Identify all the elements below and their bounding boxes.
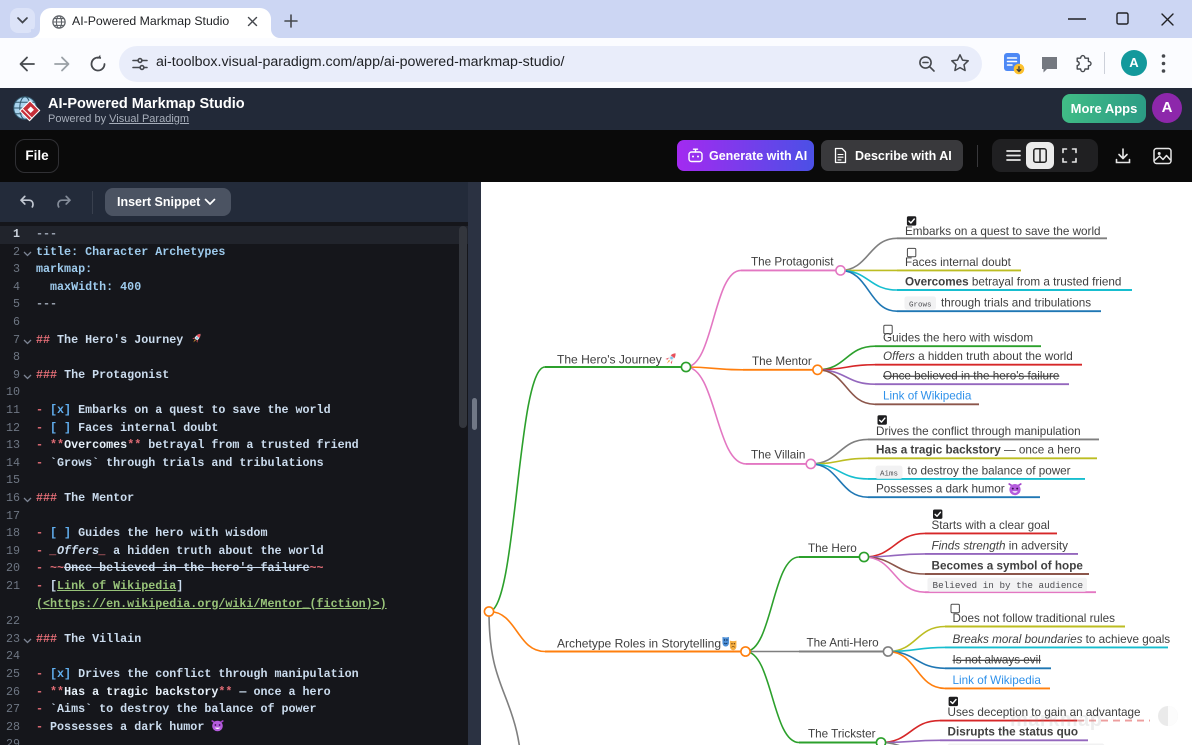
svg-text:Link of Wikipedia: Link of Wikipedia (883, 390, 972, 403)
svg-text:Finds strength in adversity: Finds strength in adversity (932, 539, 1069, 552)
svg-text:Faces internal doubt: Faces internal doubt (905, 256, 1012, 269)
svg-text:Aims: Aims (880, 470, 898, 478)
svg-text:Breaks moral boundaries to ach: Breaks moral boundaries to achieve goals (953, 633, 1171, 646)
svg-text:Does not follow traditional ru: Does not follow traditional rules (953, 612, 1116, 625)
svg-text:The Anti-Hero: The Anti-Hero (807, 637, 880, 650)
svg-text:Possesses a dark humor: Possesses a dark humor (876, 483, 1005, 496)
svg-text:The Hero: The Hero (808, 542, 857, 555)
svg-text:Grows: Grows (909, 301, 932, 309)
svg-text:Has a tragic backstory — once: Has a tragic backstory — once a hero (876, 444, 1081, 457)
svg-text:Offers a hidden truth about th: Offers a hidden truth about the world (883, 350, 1073, 363)
svg-text:through trials and tribulation: through trials and tribulations (941, 297, 1091, 310)
svg-text:The Trickster: The Trickster (808, 727, 876, 740)
svg-text:Drives the conflict through ma: Drives the conflict through manipulation (876, 425, 1081, 438)
svg-text:Embarks on a quest to save the: Embarks on a quest to save the world (905, 225, 1101, 238)
svg-text:Starts with a clear goal: Starts with a clear goal (932, 519, 1050, 532)
svg-text:to destroy the balance of powe: to destroy the balance of power (908, 464, 1071, 477)
svg-text:Archetype Roles in Storytellin: Archetype Roles in Storytelling (557, 637, 721, 651)
svg-text:Once believed in the hero's fa: Once believed in the hero's failure (883, 370, 1059, 383)
svg-text:Link of Wikipedia: Link of Wikipedia (953, 674, 1042, 687)
svg-text:Disrupts the status quo: Disrupts the status quo (948, 726, 1079, 739)
svg-text:The Mentor: The Mentor (752, 355, 812, 368)
svg-text:Is not always evil: Is not always evil (953, 654, 1041, 667)
svg-text:Believed in by the audience: Believed in by the audience (933, 580, 1084, 591)
svg-text:Overcomes betrayal from a trus: Overcomes betrayal from a trusted friend (905, 276, 1121, 289)
svg-text:Becomes a symbol of hope: Becomes a symbol of hope (932, 559, 1084, 572)
svg-text:Guides the hero with wisdom: Guides the hero with wisdom (883, 332, 1033, 345)
svg-text:The Protagonist: The Protagonist (751, 256, 834, 269)
svg-text:Uses deception to gain an adva: Uses deception to gain an advantage (948, 706, 1141, 719)
svg-text:The Villain: The Villain (751, 449, 805, 462)
svg-text:The Hero's Journey: The Hero's Journey (557, 352, 662, 366)
